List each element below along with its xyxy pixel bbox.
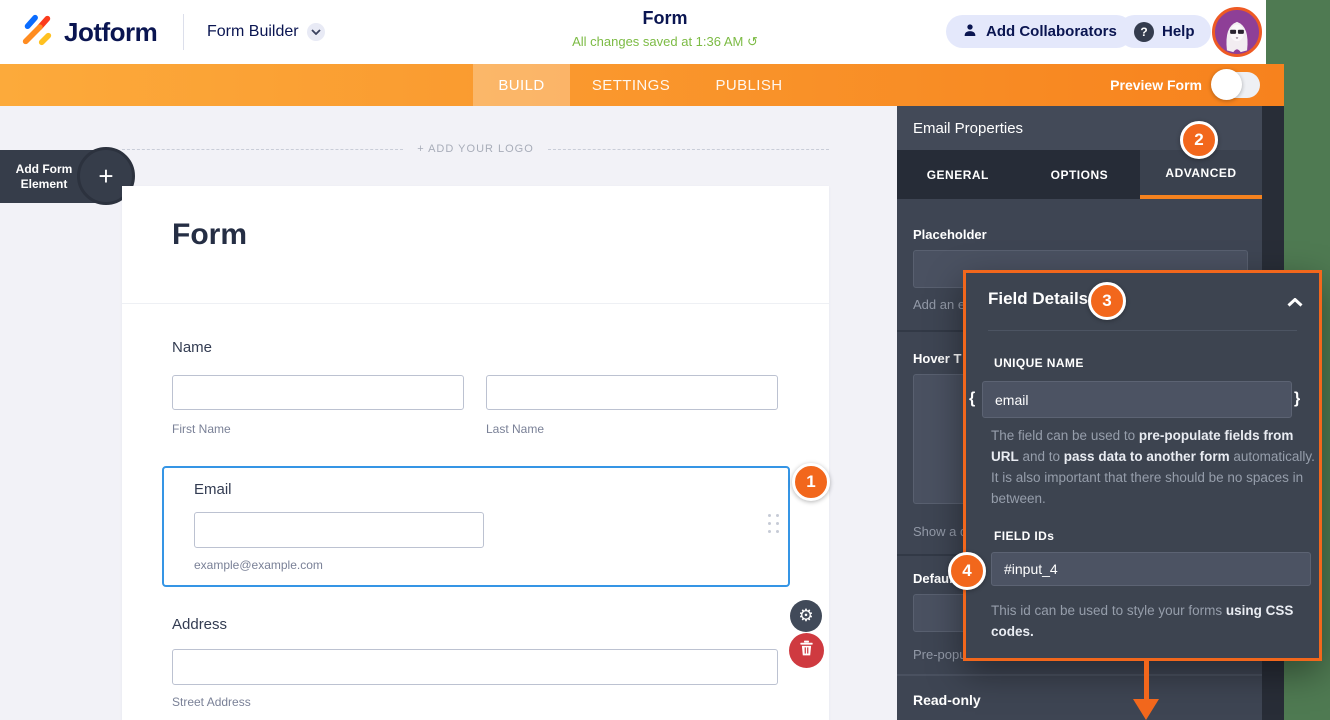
dashed-line — [547, 148, 830, 150]
unique-name-description: The field can be used to pre-populate fi… — [991, 428, 1315, 506]
help-label: Help — [1162, 23, 1195, 40]
email-input[interactable] — [194, 512, 484, 548]
save-status: All changes saved at 1:36 AM ↺ — [572, 34, 758, 49]
field-ids-input[interactable] — [991, 552, 1311, 586]
hover-text-label: Hover T — [913, 351, 962, 366]
email-field-label: Email — [194, 481, 232, 498]
name-field-label: Name — [172, 339, 213, 356]
builder-navbar: BUILD SETTINGS PUBLISH Preview Form — [0, 64, 1284, 106]
default-value-help: Pre-popu — [913, 647, 967, 662]
drag-handle-icon[interactable] — [768, 514, 780, 546]
add-form-element-label: Add Form Element — [15, 161, 73, 191]
preview-form-label: Preview Form — [1110, 77, 1202, 93]
question-icon: ? — [1134, 21, 1154, 42]
readonly-label: Read-only — [913, 692, 981, 708]
form-canvas: + ADD YOUR LOGO Add Form Element + Form … — [0, 106, 897, 720]
field-details-title: Field Details — [988, 289, 1089, 308]
app-switcher[interactable]: Form Builder — [207, 0, 325, 64]
toggle-knob — [1211, 69, 1242, 100]
tab-general[interactable]: GENERAL — [897, 150, 1019, 199]
chevron-down-icon — [306, 23, 325, 41]
jotform-logo[interactable]: Jotform — [20, 13, 158, 52]
undo-icon[interactable]: ↺ — [747, 34, 758, 49]
last-name-sublabel: Last Name — [486, 422, 545, 436]
tab-settings[interactable]: SETTINGS — [570, 64, 692, 106]
help-button[interactable]: ? Help — [1118, 15, 1211, 48]
field-details-popup: Field Details UNIQUE NAME { } The field … — [963, 270, 1322, 661]
close-brace: } — [1294, 390, 1301, 407]
email-sublabel: example@example.com — [194, 558, 323, 572]
annotation-step-4: 4 — [948, 552, 986, 590]
annotation-arrow-head — [1133, 699, 1159, 720]
annotation-step-3: 3 — [1088, 282, 1126, 320]
popup-divider — [988, 330, 1297, 331]
tab-build[interactable]: BUILD — [473, 64, 570, 106]
add-logo-button[interactable]: + ADD YOUR LOGO — [403, 143, 548, 155]
app-switcher-label: Form Builder — [207, 23, 299, 40]
first-name-input[interactable] — [172, 375, 464, 410]
hover-text-help: Show a d — [913, 524, 968, 539]
last-name-input[interactable] — [486, 375, 778, 410]
gear-icon: ⚙ — [798, 605, 814, 626]
add-logo-row: + ADD YOUR LOGO — [122, 143, 830, 155]
street-address-input[interactable] — [172, 649, 778, 685]
top-header: Jotform Form Builder Form All changes sa… — [0, 0, 1266, 64]
jotform-form-builder: Jotform Form Builder Form All changes sa… — [0, 0, 1330, 720]
address-sublabel: Street Address — [172, 695, 251, 709]
email-field-selected[interactable]: Email example@example.com — [162, 466, 790, 587]
annotation-step-1: 1 — [792, 463, 830, 501]
properties-tabs: GENERAL OPTIONS ADVANCED — [897, 150, 1262, 199]
field-delete-button[interactable] — [789, 633, 824, 668]
trash-icon — [799, 640, 814, 661]
preview-form-control: Preview Form — [1110, 64, 1260, 106]
form-title-block: Form All changes saved at 1:36 AM ↺ — [465, 8, 865, 50]
annotation-step-2: 2 — [1180, 121, 1218, 159]
section-divider — [897, 674, 1262, 676]
unique-name-label: UNIQUE NAME — [994, 356, 1084, 370]
field-ids-label: FIELD IDs — [994, 529, 1055, 543]
form-card: Form Name First Name Last Name Email exa… — [122, 186, 829, 720]
add-collaborators-button[interactable]: Add Collaborators — [946, 15, 1133, 48]
placeholder-help: Add an e — [913, 297, 966, 312]
add-form-element-button[interactable]: Add Form Element + — [0, 147, 135, 205]
chevron-up-icon[interactable] — [1287, 294, 1303, 312]
dashed-line — [122, 148, 404, 150]
jotform-logo-icon — [20, 13, 54, 52]
add-collaborators-label: Add Collaborators — [986, 23, 1117, 40]
placeholder-label: Placeholder — [913, 227, 987, 242]
person-icon — [962, 22, 978, 42]
brand-name: Jotform — [64, 17, 158, 47]
first-name-sublabel: First Name — [172, 422, 231, 436]
address-field-label: Address — [172, 616, 228, 633]
annotation-arrow — [1144, 659, 1149, 700]
unique-name-input[interactable] — [982, 381, 1292, 418]
card-divider — [122, 303, 829, 304]
header-divider — [183, 14, 184, 50]
tab-options[interactable]: OPTIONS — [1019, 150, 1141, 199]
preview-form-toggle[interactable] — [1211, 69, 1260, 100]
form-heading: Form — [172, 218, 247, 251]
avatar[interactable] — [1212, 7, 1262, 57]
tab-publish[interactable]: PUBLISH — [692, 64, 806, 106]
field-settings-button[interactable]: ⚙ — [790, 600, 822, 632]
page-title: Form — [642, 8, 688, 28]
open-brace: { — [969, 390, 976, 407]
field-ids-description: This id can be used to style your forms … — [991, 603, 1294, 639]
